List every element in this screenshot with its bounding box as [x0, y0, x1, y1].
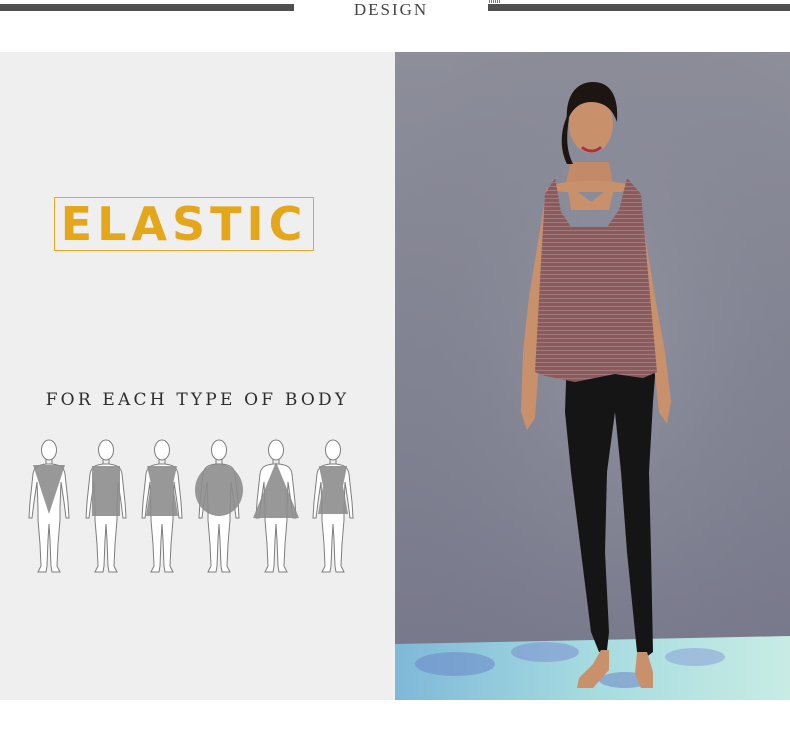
model-photo-illustration — [395, 52, 790, 700]
body-types-caption: FOR EACH TYPE OF BODY — [45, 390, 350, 410]
elastic-badge: ELASTIC — [54, 197, 314, 251]
figure-triangle — [253, 439, 299, 573]
figure-rectangle — [85, 439, 127, 573]
figure-inverted-triangle — [28, 439, 70, 573]
figure-hourglass — [141, 439, 183, 573]
elastic-badge-label: ELASTIC — [60, 197, 308, 251]
header: DESIGN — [0, 0, 790, 52]
figure-hourglass-2 — [312, 439, 354, 573]
figure-round — [195, 439, 243, 573]
header-title: DESIGN — [353, 0, 429, 19]
model-photo — [395, 52, 790, 700]
footer-spacer — [0, 700, 790, 742]
header-rule-right — [488, 4, 790, 11]
feature-panel: ELASTIC FOR EACH TYPE OF BODY — [0, 52, 395, 700]
body-type-figures — [24, 432, 364, 582]
header-tick-marks — [489, 0, 501, 3]
body-type-figures-svg — [28, 439, 354, 573]
header-rule-left — [0, 4, 294, 11]
